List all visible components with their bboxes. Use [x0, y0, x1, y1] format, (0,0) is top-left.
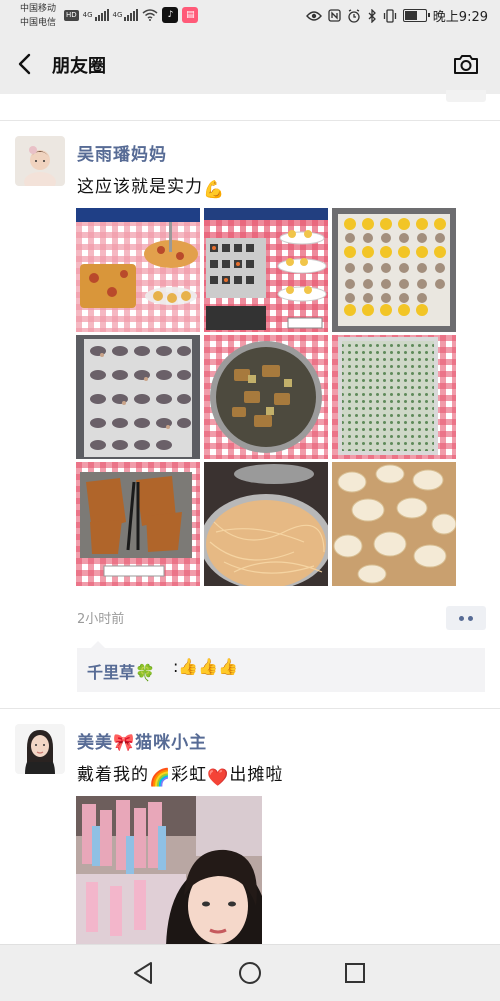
status-bar: 中国移动 中国电信 HD 4G 4G ♪ ▤ 晚上9:29 [0, 0, 500, 34]
flexed-biceps-emoji: 💪 [203, 180, 226, 200]
photo-3[interactable] [332, 208, 456, 332]
camera-button[interactable] [450, 48, 482, 80]
page-title: 朋友圈 [52, 56, 106, 77]
nav-back-button[interactable] [129, 959, 157, 987]
divider [0, 120, 500, 121]
photo-1[interactable] [76, 208, 200, 332]
signal-icon [94, 9, 109, 21]
post-text: 戴着我的🌈彩虹❤️出摊啦 [77, 760, 283, 788]
avatar[interactable] [15, 724, 65, 774]
photo-grid [76, 208, 456, 586]
system-nav-bar [0, 944, 500, 1001]
status-right-icons: 晚上9:29 [305, 6, 488, 25]
square-recents-icon [345, 963, 365, 983]
camera-icon [454, 55, 478, 74]
signal-icon-2 [124, 9, 139, 21]
avatar[interactable] [15, 136, 65, 186]
carrier-1: 中国移动 [20, 4, 57, 14]
network-type-2: 4G [112, 11, 123, 19]
circle-home-icon [239, 962, 261, 984]
triangle-back-icon [134, 962, 152, 984]
comment-text: :👍👍👍 [173, 657, 239, 676]
app-notification-icon: ▤ [182, 7, 199, 23]
post-author[interactable]: 美美🎀猫咪小主 [77, 728, 207, 753]
status-time: 晚上9:29 [432, 10, 488, 25]
network-type-1: 4G [82, 11, 93, 19]
post-more-button[interactable] [446, 606, 486, 630]
hd-badge: HD [64, 9, 79, 21]
post-author[interactable]: 吴雨璠妈妈 [77, 140, 167, 165]
photo-8[interactable] [204, 462, 328, 586]
photo-9[interactable] [332, 462, 456, 586]
nav-home-button[interactable] [236, 959, 264, 987]
post-photo[interactable] [76, 796, 262, 946]
post-text-part: 戴着我的 [77, 765, 149, 785]
eye-icon [305, 10, 322, 21]
photo-2[interactable] [204, 208, 328, 332]
photo-7[interactable] [76, 462, 200, 586]
rainbow-emoji: 🌈 [149, 768, 172, 788]
red-heart-emoji: ❤️ [207, 768, 230, 788]
battery-icon [402, 9, 430, 22]
back-button[interactable] [8, 48, 40, 80]
tiktok-icon: ♪ [162, 7, 179, 23]
status-left-icons: HD 4G 4G ♪ ▤ [64, 7, 199, 23]
post-time: 2小时前 [77, 612, 125, 627]
nfc-icon [328, 9, 341, 22]
comment-box: 千里草🍀 :👍👍👍 [77, 641, 485, 692]
chevron-left-icon [18, 53, 31, 75]
previous-post-more-button[interactable] [446, 90, 486, 102]
post-text-part: 彩虹 [171, 765, 208, 785]
photo-6[interactable] [332, 335, 456, 459]
nav-recents-button[interactable] [341, 959, 369, 987]
alarm-icon [348, 8, 360, 23]
comment-author[interactable]: 千里草🍀 [87, 659, 155, 683]
post-text-part: 出摊啦 [229, 765, 284, 785]
post-text-content: 这应该就是实力 [77, 177, 203, 197]
wifi-icon [142, 9, 158, 21]
post-text: 这应该就是实力💪 [77, 172, 225, 200]
carrier-2: 中国电信 [20, 18, 57, 28]
app-header: 朋友圈 [0, 34, 500, 94]
divider [0, 708, 500, 709]
bluetooth-icon [368, 8, 376, 23]
vibrate-icon [383, 8, 396, 23]
photo-4[interactable] [76, 335, 200, 459]
photo-5[interactable] [204, 335, 328, 459]
